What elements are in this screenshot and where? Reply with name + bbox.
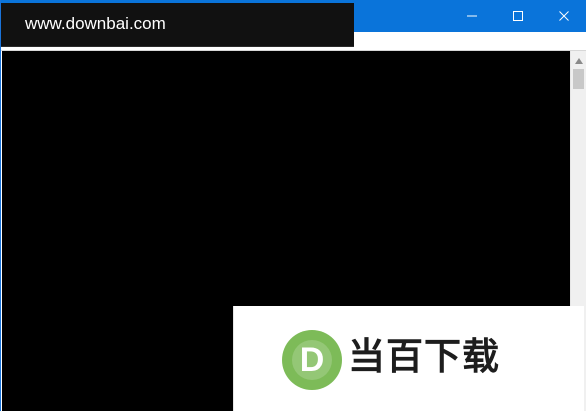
close-icon — [559, 11, 569, 21]
maximize-icon — [513, 11, 523, 21]
brand-name: 当百下载 — [348, 335, 500, 378]
brand-logo-icon: D — [281, 329, 343, 391]
close-button[interactable] — [541, 0, 586, 32]
minimize-button[interactable] — [449, 0, 495, 32]
site-watermark: www.downbai.com — [1, 3, 354, 47]
console-window: www.downbai.com D 当百下载 — [0, 0, 586, 411]
scroll-up-arrow-icon — [575, 51, 583, 69]
site-watermark-text: www.downbai.com — [25, 14, 166, 33]
scroll-up-button[interactable] — [571, 51, 586, 68]
maximize-button[interactable] — [495, 0, 541, 32]
brand-watermark: D 当百下载 — [233, 306, 584, 411]
minimize-icon — [467, 11, 477, 21]
scrollbar-thumb[interactable] — [573, 69, 584, 89]
brand-logo-letter: D — [300, 341, 325, 379]
